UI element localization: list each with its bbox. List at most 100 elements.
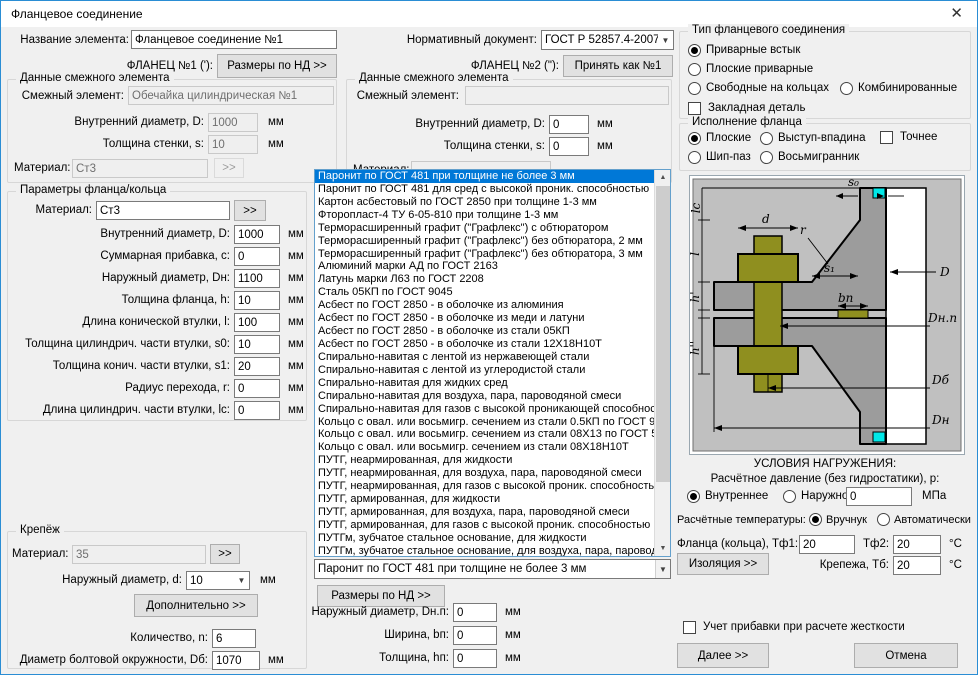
gasket-list-item[interactable]: ПУТГ, армированная, для жидкости [315,493,654,506]
radio-loose-on-rings-label[interactable]: Свободные на кольцах [706,82,829,94]
chevron-down-icon[interactable]: ▼ [234,572,249,589]
fastener-diameter-combobox[interactable]: 10 ▼ [186,571,250,590]
element-name-input[interactable] [131,30,337,49]
gasket-list-item[interactable]: ПУТГ, неармированная, для воздуха, пара,… [315,467,654,480]
adjacent2-d-input[interactable] [549,115,589,134]
radio-pressure-internal-label[interactable]: Внутреннее [705,490,768,502]
flange2-copy-button[interactable]: Принять как №1 [563,55,673,77]
gasket-list-item[interactable]: Асбест по ГОСТ 2850 - в оболочке из алюм… [315,299,654,312]
gasket-list-item[interactable]: Спирально-навитая с лентой из углеродист… [315,364,654,377]
radio-pressure-internal[interactable] [687,490,700,503]
gasket-list-item[interactable]: ПУТГ, неармированная, для жидкости [315,454,654,467]
gasket-nd-sizes-button[interactable]: Размеры по НД >> [317,585,445,607]
radio-octagonal[interactable] [760,151,773,164]
embedded-part-checkbox-label[interactable]: Закладная деталь [708,102,805,114]
flange1-nd-sizes-button[interactable]: Размеры по НД >> [217,54,337,78]
radio-temp-auto-label[interactable]: Автоматически [894,514,971,526]
gasket-list-item[interactable]: Спирально-навитая для жидких сред [315,377,654,390]
fastener-material-pick-button[interactable]: >> [210,544,240,564]
fp-row-input[interactable] [234,401,280,420]
stiffness-checkbox-label[interactable]: Учет прибавки при расчете жесткости [703,621,905,633]
gasket-dnp-input[interactable] [453,603,497,622]
flange-material-pick-button[interactable]: >> [234,200,266,221]
radio-raised-face-label[interactable]: Выступ-впадина [778,132,866,144]
next-button[interactable]: Далее >> [677,643,769,668]
fp-row-input[interactable] [234,247,280,266]
insulation-button[interactable]: Изоляция >> [677,553,769,575]
close-icon[interactable]: ✕ [950,4,963,22]
gasket-list-item[interactable]: Спирально-навитая для газов с высокой пр… [315,403,654,416]
gasket-list-item[interactable]: Терморасширенный графит ("Графлекс") без… [315,235,654,248]
gasket-list-item[interactable]: Терморасширенный графит ("Графлекс") без… [315,248,654,261]
radio-temp-manual[interactable] [809,513,822,526]
radio-flat-welded[interactable] [688,63,701,76]
fp-row-input[interactable] [234,313,280,332]
radio-flat-face[interactable] [688,132,701,145]
gasket-list-item[interactable]: Картон асбестовый по ГОСТ 2850 при толщи… [315,196,654,209]
gasket-list-item[interactable]: Кольцо с овал. или восьмигр. сечением из… [315,428,654,441]
gasket-list-item[interactable]: Асбест по ГОСТ 2850 - в оболочке из меди… [315,312,654,325]
fastener-bolt-circle-input[interactable] [212,651,260,670]
radio-tongue-groove-label[interactable]: Шип-паз [706,151,751,163]
gasket-list-item[interactable]: Паронит по ГОСТ 481 для сред с высокой п… [315,183,654,196]
radio-pressure-external[interactable] [783,490,796,503]
stiffness-checkbox[interactable] [683,621,696,634]
gasket-bp-input[interactable] [453,626,497,645]
radio-butt-welded-label[interactable]: Приварные встык [706,44,800,56]
chevron-down-icon[interactable]: ▼ [655,560,670,578]
fastener-count-input[interactable] [212,629,256,648]
embedded-part-checkbox[interactable] [688,102,701,115]
gasket-list-item[interactable]: ПУТГ, армированная, для воздуха, пара, п… [315,506,654,519]
fp-row-input[interactable] [234,291,280,310]
radio-combined[interactable] [840,82,853,95]
gasket-list-item[interactable]: Спирально-навитая с лентой из нержавеюще… [315,351,654,364]
gasket-list-scrollbar[interactable]: ▲ ▼ [654,170,670,556]
precise-checkbox-label[interactable]: Точнее [900,131,937,143]
cancel-button[interactable]: Отмена [854,643,958,668]
gasket-list-item[interactable]: Паронит по ГОСТ 481 при толщине не более… [315,170,654,183]
fastener-more-button[interactable]: Дополнительно >> [134,594,258,617]
gasket-list-item[interactable]: ПУТГ, неармированная, для газов с высоко… [315,480,654,493]
gasket-list-item[interactable]: Асбест по ГОСТ 2850 - в оболочке из стал… [315,338,654,351]
gasket-list-item[interactable]: Латунь марки Л63 по ГОСТ 2208 [315,273,654,286]
gasket-list-item[interactable]: Кольцо с овал. или восьмигр. сечением из… [315,416,654,429]
gasket-list-item[interactable]: Сталь 05КП по ГОСТ 9045 [315,286,654,299]
fp-row-input[interactable] [234,335,280,354]
gasket-list-item[interactable]: ПУТГ, армированная, для газов с высокой … [315,519,654,532]
radio-flat-face-label[interactable]: Плоские [706,132,751,144]
radio-raised-face[interactable] [760,132,773,145]
adjacent2-s-input[interactable] [549,137,589,156]
gasket-list-item[interactable]: Кольцо с овал. или восьмигр. сечением из… [315,441,654,454]
radio-temp-manual-label[interactable]: Вручнук [826,514,867,526]
scrollbar-thumb[interactable] [656,186,670,482]
gasket-list-item[interactable]: Спирально-навитая для воздуха, пара, пар… [315,390,654,403]
tb-input[interactable] [893,556,941,575]
tf1-input[interactable] [799,535,855,554]
fp-row-input[interactable] [234,357,280,376]
fastener-material-input[interactable] [72,545,206,564]
radio-butt-welded[interactable] [688,44,701,57]
scroll-down-icon[interactable]: ▼ [655,541,671,556]
radio-temp-auto[interactable] [877,513,890,526]
radio-tongue-groove[interactable] [688,151,701,164]
normdoc-combobox[interactable]: ГОСТ Р 52857.4-2007 ▼ [541,30,674,50]
gasket-list-item[interactable]: Терморасширенный графит ("Графлекс") с о… [315,222,654,235]
fp-row-input[interactable] [234,379,280,398]
radio-combined-label[interactable]: Комбинированные [858,82,957,94]
tf2-input[interactable] [893,535,941,554]
scroll-up-icon[interactable]: ▲ [655,170,671,185]
precise-checkbox[interactable] [880,131,893,144]
radio-octagonal-label[interactable]: Восьмигранник [778,151,859,163]
radio-loose-on-rings[interactable] [688,82,701,95]
fp-row-input[interactable] [234,269,280,288]
pressure-input[interactable] [846,487,912,506]
gasket-list-item[interactable]: Алюминий марки АД по ГОСТ 2163 [315,260,654,273]
gasket-combobox[interactable]: Паронит по ГОСТ 481 при толщине не более… [314,559,671,579]
gasket-list-item[interactable]: ПУТГм, зубчатое стальное основание, для … [315,532,654,545]
fp-row-input[interactable] [234,225,280,244]
gasket-list-item[interactable]: Асбест по ГОСТ 2850 - в оболочке из стал… [315,325,654,338]
chevron-down-icon[interactable]: ▼ [658,31,673,49]
flange-material-input[interactable] [96,201,230,220]
gasket-list-item[interactable]: Фторопласт-4 ТУ 6-05-810 при толщине 1-3… [315,209,654,222]
radio-flat-welded-label[interactable]: Плоские приварные [706,63,813,75]
